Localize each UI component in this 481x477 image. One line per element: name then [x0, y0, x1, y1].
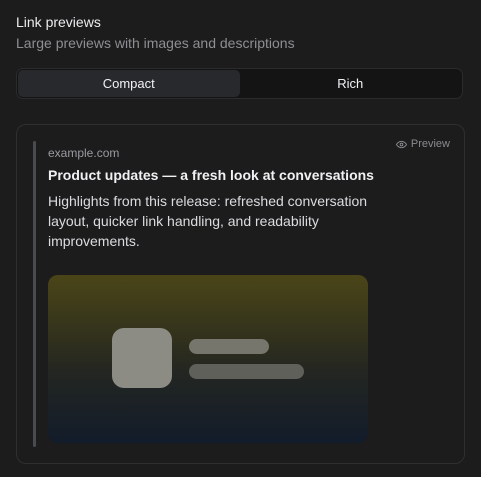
embed-accent-bar	[33, 141, 36, 447]
section-subtitle: Large previews with images and descripti…	[16, 35, 295, 51]
section-title: Link previews	[16, 14, 101, 30]
preview-tag-label: Preview	[410, 138, 450, 150]
embed-thumbnail	[48, 275, 368, 443]
compact-option[interactable]: Compact	[18, 70, 240, 97]
thumbnail-line-placeholder	[189, 339, 269, 354]
rich-option[interactable]: Rich	[240, 70, 462, 97]
eye-icon	[395, 139, 407, 150]
thumbnail-avatar-placeholder	[112, 328, 172, 388]
embed-description: Highlights from this release: refreshed …	[48, 193, 368, 249]
thumbnail-line-placeholder	[189, 364, 304, 379]
preview-style-toggle: Compact Rich	[16, 68, 463, 99]
settings-panel: Link previews Large previews with images…	[0, 0, 481, 477]
preview-tag: Preview	[395, 138, 450, 150]
embed-content: example.com Product updates — a fresh lo…	[48, 145, 378, 251]
embed-domain: example.com	[48, 146, 120, 160]
embed-headline[interactable]: Product updates — a fresh look at conver…	[48, 165, 378, 185]
link-preview-card: Preview example.com Product updates — a …	[16, 124, 465, 464]
